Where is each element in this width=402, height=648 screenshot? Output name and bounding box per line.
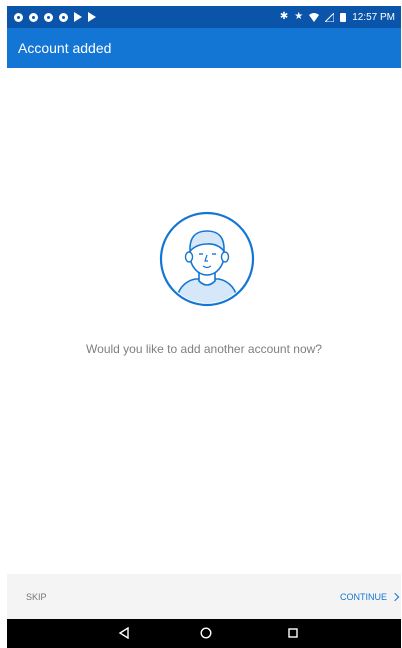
home-circle-icon[interactable] bbox=[200, 627, 212, 639]
page-title: Account added bbox=[18, 40, 112, 56]
recents-square-icon[interactable] bbox=[287, 627, 299, 639]
continue-label: CONTINUE bbox=[340, 591, 387, 602]
notification-icon bbox=[14, 12, 23, 22]
notification-icons bbox=[14, 12, 96, 22]
notification-icon bbox=[44, 12, 53, 22]
action-bar: SKIP CONTINUE bbox=[7, 574, 401, 619]
continue-button[interactable]: CONTINUE bbox=[340, 591, 400, 602]
chevron-right-icon bbox=[390, 592, 400, 601]
system-icons: ✱ ★ 12:57 PM bbox=[280, 12, 395, 23]
clock: 12:57 PM bbox=[352, 11, 395, 23]
navigation-bar bbox=[7, 619, 401, 648]
app-bar: Account added bbox=[7, 28, 401, 68]
skip-button[interactable]: SKIP bbox=[26, 592, 47, 602]
status-bar: ✱ ★ 12:57 PM bbox=[7, 6, 401, 28]
play-store-icon bbox=[74, 12, 82, 22]
bluetooth-icon: ✱ bbox=[279, 11, 289, 22]
star-icon: ★ bbox=[294, 11, 304, 22]
signal-icon bbox=[325, 12, 335, 22]
notification-icon bbox=[29, 12, 38, 22]
add-account-prompt: Would you like to add another account no… bbox=[86, 342, 322, 356]
battery-icon bbox=[340, 12, 347, 22]
wifi-icon bbox=[309, 12, 320, 22]
screen: ✱ ★ 12:57 PM Account added Would you lik… bbox=[7, 6, 401, 648]
play-store-icon bbox=[88, 12, 96, 22]
notification-icon bbox=[59, 12, 68, 22]
back-triangle-icon[interactable] bbox=[118, 627, 130, 639]
person-avatar-icon bbox=[159, 211, 255, 307]
